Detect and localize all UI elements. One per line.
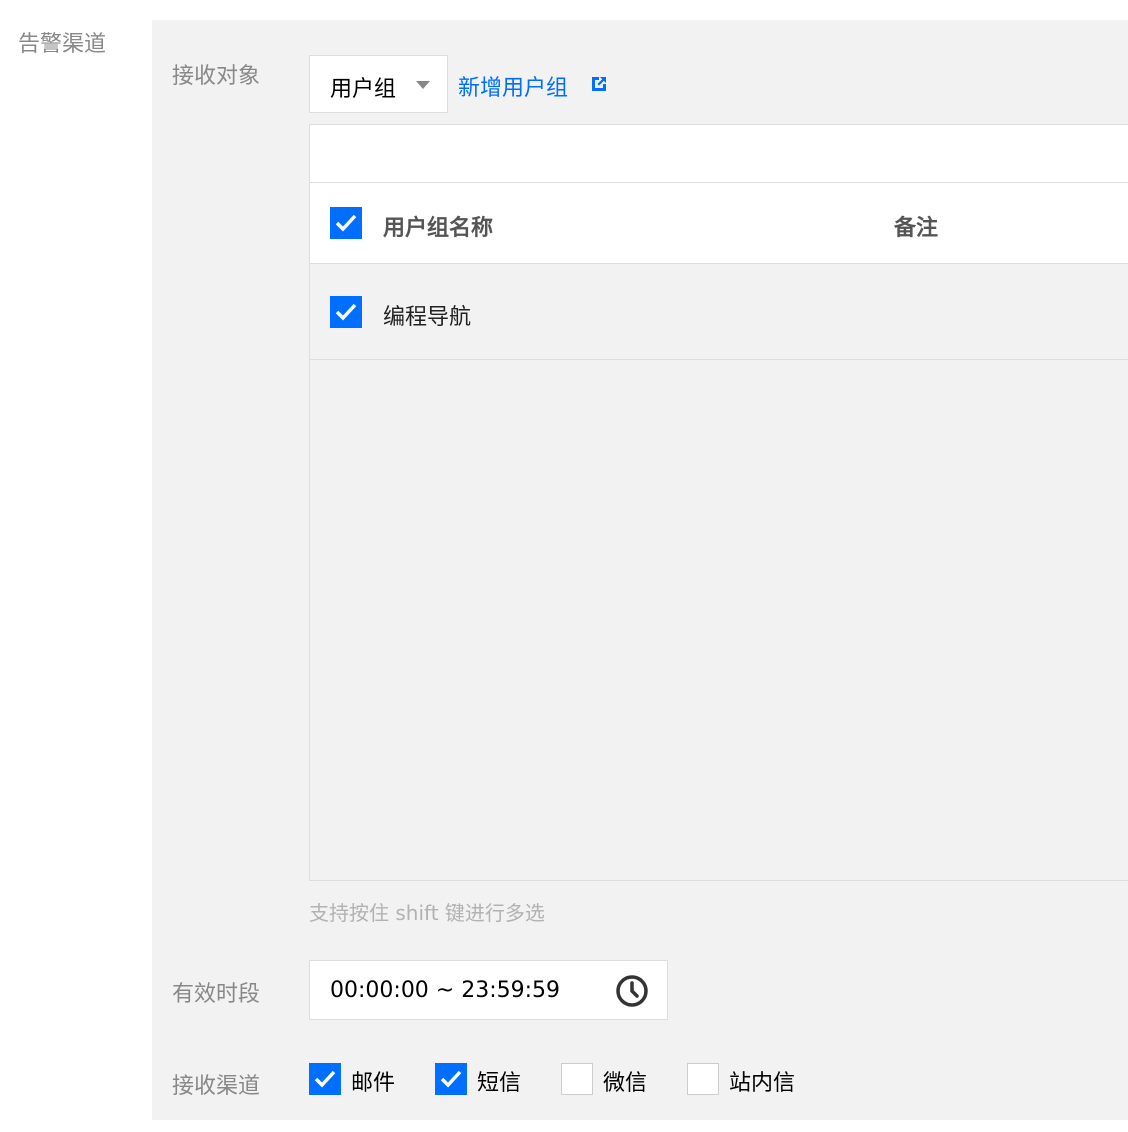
- table-search-input[interactable]: [310, 125, 1128, 183]
- clock-icon: [616, 975, 648, 1007]
- receiver-type-value: 用户组: [330, 77, 397, 102]
- column-header-note: 备注: [894, 216, 939, 241]
- external-link-icon[interactable]: [589, 74, 609, 94]
- channel-sms-checkbox[interactable]: [435, 1063, 467, 1095]
- checkmark-icon: [440, 1070, 462, 1088]
- channel-email-label: 邮件: [351, 1071, 396, 1096]
- channel-inbox-label: 站内信: [729, 1071, 796, 1096]
- channel-wechat-checkbox[interactable]: [561, 1063, 593, 1095]
- checkmark-icon: [335, 303, 357, 321]
- select-all-checkbox[interactable]: [330, 207, 362, 239]
- multi-select-hint: 支持按住 shift 键进行多选: [309, 901, 545, 925]
- section-label: 告警渠道: [18, 32, 107, 57]
- table-row[interactable]: 编程导航: [310, 265, 1128, 360]
- checkmark-icon: [314, 1070, 336, 1088]
- caret-down-icon: [416, 81, 430, 89]
- channel-inbox-checkbox[interactable]: [687, 1063, 719, 1095]
- column-header-name: 用户组名称: [383, 216, 494, 241]
- row-checkbox[interactable]: [330, 296, 362, 328]
- receiver-type-select[interactable]: 用户组: [309, 55, 448, 113]
- row-group-name: 编程导航: [383, 305, 472, 330]
- channel-wechat-label: 微信: [603, 1071, 648, 1096]
- time-range-value: 00:00:00 ~ 23:59:59: [330, 978, 561, 1003]
- alert-channel-panel: 接收对象 用户组 新增用户组 用户组名称 备注 编程导航 支持按住 shift …: [152, 20, 1128, 1120]
- receiver-label: 接收对象: [172, 64, 261, 89]
- period-label: 有效时段: [172, 982, 261, 1007]
- checkmark-icon: [335, 214, 357, 232]
- add-user-group-link[interactable]: 新增用户组: [458, 70, 568, 102]
- channels-label: 接收渠道: [172, 1074, 261, 1099]
- channel-sms-label: 短信: [477, 1071, 522, 1096]
- time-range-picker[interactable]: 00:00:00 ~ 23:59:59: [309, 960, 668, 1020]
- table-header: 用户组名称 备注: [310, 183, 1128, 264]
- user-group-table: 用户组名称 备注 编程导航: [309, 124, 1128, 881]
- channel-email-checkbox[interactable]: [309, 1063, 341, 1095]
